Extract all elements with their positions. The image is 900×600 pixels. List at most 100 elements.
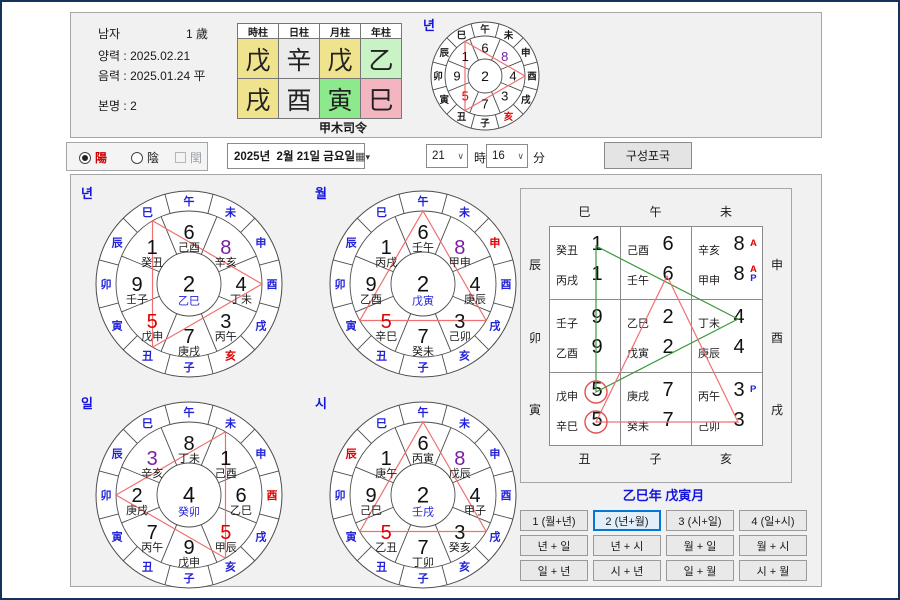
main-panel: 년 월 일 시 午未申酉戌亥子丑寅卯辰巳6己酉8辛亥4丁未3丙午7庚戌5戊申9壬… bbox=[70, 174, 822, 587]
svg-text:6: 6 bbox=[417, 222, 428, 244]
svg-text:己巳: 己巳 bbox=[360, 505, 382, 517]
grid-cell: 癸丑1丙戌1 bbox=[550, 227, 621, 300]
svg-text:壬午: 壬午 bbox=[412, 241, 434, 254]
magic-square-table: 癸丑1丙戌1己酉6壬午6辛亥8A甲申8AP壬子9乙酉9乙巳2戊寅2丁未4庚辰4戊… bbox=[549, 226, 763, 446]
grid-branch-label: 寅 bbox=[527, 401, 543, 418]
hour-select[interactable]: 21 ∨ bbox=[426, 144, 468, 168]
svg-text:癸卯: 癸卯 bbox=[178, 505, 200, 519]
svg-text:庚戌: 庚戌 bbox=[126, 503, 148, 517]
svg-text:卯: 卯 bbox=[433, 70, 443, 82]
date-picker[interactable]: 2025년 2월 21일 금요일 ▦▾ bbox=[227, 143, 365, 169]
svg-text:卯: 卯 bbox=[101, 277, 112, 291]
svg-text:4: 4 bbox=[235, 274, 246, 296]
svg-text:6: 6 bbox=[481, 41, 488, 56]
svg-text:戌: 戌 bbox=[489, 529, 500, 543]
radio-yin-label: 陰 bbox=[147, 149, 159, 166]
svg-text:寅: 寅 bbox=[112, 318, 123, 332]
combination-button[interactable]: 2 (년+월) bbox=[593, 510, 661, 531]
svg-text:6: 6 bbox=[183, 222, 194, 244]
svg-text:6: 6 bbox=[235, 485, 246, 507]
svg-text:酉: 酉 bbox=[527, 71, 537, 82]
grid-branch-label: 子 bbox=[648, 450, 664, 467]
svg-text:寅: 寅 bbox=[112, 529, 123, 543]
four-pillars-table: 時柱日柱月柱年柱戊辛戊乙戌酉寅巳 bbox=[237, 23, 402, 119]
svg-text:5: 5 bbox=[220, 522, 231, 544]
combination-button[interactable]: 년 + 일 bbox=[520, 535, 588, 556]
svg-text:丁未: 丁未 bbox=[230, 293, 252, 306]
svg-text:卯: 卯 bbox=[335, 488, 346, 502]
combination-button[interactable]: 1 (월+년) bbox=[520, 510, 588, 531]
pillar-note: 甲木司令 bbox=[263, 119, 423, 136]
checkbox-leap-box bbox=[175, 152, 186, 163]
svg-text:甲申: 甲申 bbox=[449, 256, 471, 269]
combination-button[interactable]: 시 + 월 bbox=[739, 560, 807, 581]
pillar-cell: 戊 bbox=[238, 39, 278, 78]
combination-button[interactable]: 년 + 시 bbox=[593, 535, 661, 556]
svg-text:壬子: 壬子 bbox=[126, 293, 148, 306]
combination-button[interactable]: 일 + 월 bbox=[666, 560, 734, 581]
svg-text:2: 2 bbox=[417, 272, 429, 297]
svg-text:5: 5 bbox=[462, 88, 469, 103]
gusung-pogug-button[interactable]: 구성포국 bbox=[604, 142, 692, 169]
svg-text:午: 午 bbox=[418, 405, 429, 419]
svg-text:癸亥: 癸亥 bbox=[449, 540, 471, 554]
combination-button[interactable]: 3 (시+일) bbox=[666, 510, 734, 531]
radio-yin-circle bbox=[131, 152, 143, 164]
svg-text:庚辰: 庚辰 bbox=[464, 292, 486, 306]
radio-yang-circle bbox=[79, 152, 91, 164]
hour-chart: 午未申酉戌亥子丑寅卯辰巳6丙寅8戊辰4甲子3癸亥7丁卯5乙丑9己巳1庚午2壬戌 bbox=[328, 400, 518, 590]
calendar-icon[interactable]: ▦▾ bbox=[355, 150, 374, 163]
grid-branch-label: 申 bbox=[769, 256, 785, 273]
combination-button[interactable]: 4 (일+시) bbox=[739, 510, 807, 531]
svg-text:申: 申 bbox=[255, 235, 266, 249]
info-panel: 남자 1 歲 양력 : 2025.02.21 음력 : 2025.01.24 平… bbox=[70, 12, 822, 138]
svg-text:子: 子 bbox=[418, 572, 429, 585]
chevron-down-icon: ▾ bbox=[365, 152, 370, 162]
svg-text:4: 4 bbox=[183, 483, 195, 508]
svg-text:7: 7 bbox=[481, 97, 488, 112]
pillar-cell: 巳 bbox=[361, 79, 401, 118]
grid-branch-label: 戌 bbox=[769, 401, 785, 418]
pillar-cell: 年柱 bbox=[361, 24, 401, 38]
svg-text:午: 午 bbox=[418, 194, 429, 208]
pillar-cell: 辛 bbox=[279, 39, 319, 78]
combination-button[interactable]: 일 + 년 bbox=[520, 560, 588, 581]
checkbox-leap[interactable]: 閏 bbox=[175, 149, 202, 166]
svg-text:酉: 酉 bbox=[501, 489, 512, 502]
svg-text:2: 2 bbox=[481, 68, 489, 84]
svg-text:丑: 丑 bbox=[142, 561, 153, 574]
grid-branch-label: 酉 bbox=[769, 329, 785, 346]
combination-button[interactable]: 시 + 년 bbox=[593, 560, 661, 581]
svg-text:戊寅: 戊寅 bbox=[412, 294, 434, 308]
svg-text:亥: 亥 bbox=[504, 111, 514, 123]
svg-text:5: 5 bbox=[381, 311, 392, 333]
svg-text:戊申: 戊申 bbox=[141, 330, 163, 343]
svg-text:7: 7 bbox=[183, 326, 194, 348]
minute-select[interactable]: 16 ∨ bbox=[486, 144, 528, 168]
svg-text:辰: 辰 bbox=[112, 236, 124, 249]
svg-text:5: 5 bbox=[381, 522, 392, 544]
grid-branch-label: 辰 bbox=[527, 256, 543, 273]
svg-text:卯: 卯 bbox=[101, 488, 112, 502]
svg-text:丙午: 丙午 bbox=[141, 541, 163, 554]
svg-text:申: 申 bbox=[489, 446, 500, 460]
radio-yang[interactable]: 陽 bbox=[79, 149, 107, 166]
svg-text:子: 子 bbox=[184, 572, 195, 585]
svg-text:丙午: 丙午 bbox=[215, 330, 237, 343]
svg-text:1: 1 bbox=[381, 237, 392, 259]
pillar-cell: 寅 bbox=[320, 79, 360, 118]
svg-text:寅: 寅 bbox=[346, 529, 357, 543]
svg-text:巳: 巳 bbox=[457, 31, 467, 42]
svg-text:2: 2 bbox=[183, 272, 195, 297]
svg-text:9: 9 bbox=[453, 69, 460, 84]
svg-text:4: 4 bbox=[469, 274, 480, 296]
svg-text:8: 8 bbox=[454, 448, 465, 470]
combination-button[interactable]: 월 + 일 bbox=[666, 535, 734, 556]
svg-text:8: 8 bbox=[183, 433, 194, 455]
grid-cell: 庚戌7癸未7 bbox=[621, 373, 692, 445]
svg-text:己卯: 己卯 bbox=[449, 330, 471, 343]
svg-text:辰: 辰 bbox=[440, 48, 450, 59]
combination-button[interactable]: 월 + 시 bbox=[739, 535, 807, 556]
month-chart: 午未申酉戌亥子丑寅卯辰巳6壬午8甲申4庚辰3己卯7癸未5辛巳9乙酉1丙戌2戊寅 bbox=[328, 189, 518, 379]
radio-yin[interactable]: 陰 bbox=[131, 149, 159, 166]
